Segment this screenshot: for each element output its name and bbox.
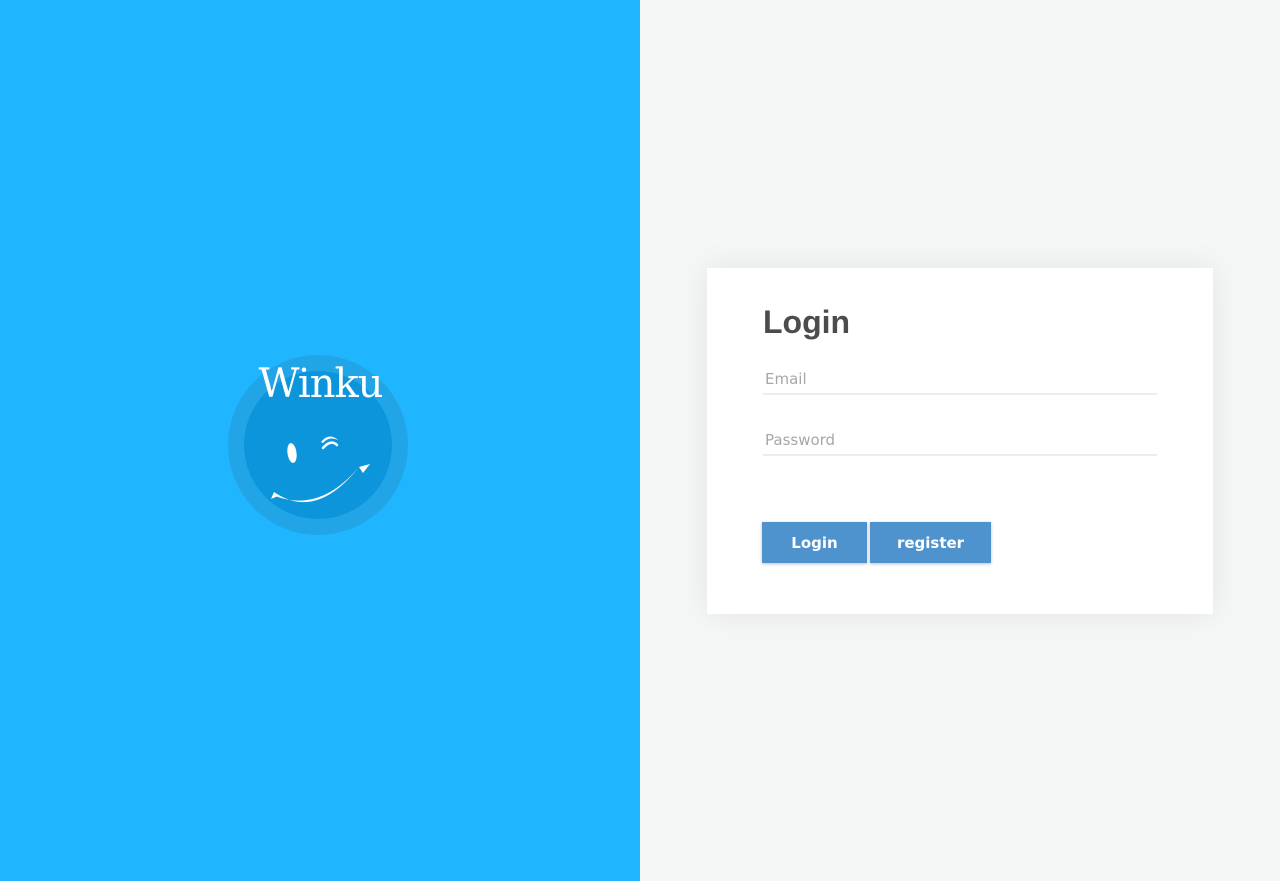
logo: Winku — [228, 355, 408, 535]
winking-smiley-icon — [271, 436, 370, 503]
form-panel: Login Login register — [640, 0, 1280, 881]
login-card: Login Login register — [707, 268, 1213, 614]
email-input[interactable] — [763, 365, 1157, 395]
brand-panel: Winku — [0, 0, 640, 881]
login-title: Login — [763, 304, 851, 340]
login-button[interactable]: Login — [762, 522, 867, 563]
register-button[interactable]: register — [870, 522, 991, 563]
password-input[interactable] — [763, 426, 1157, 456]
